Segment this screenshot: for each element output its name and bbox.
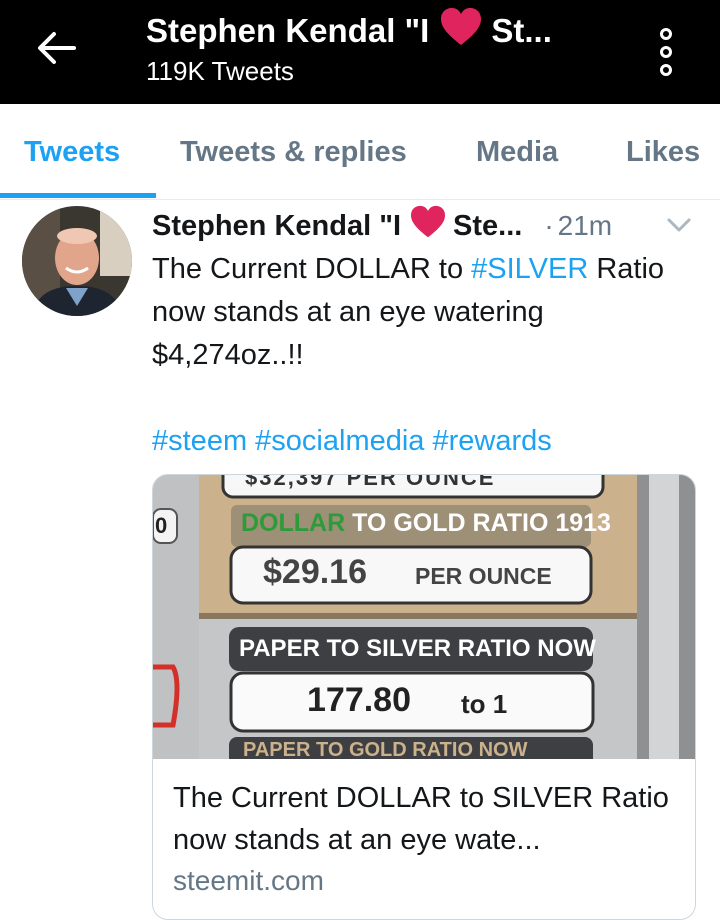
heart-icon [439,7,483,55]
link-preview-card[interactable]: $32,397 PER OUNCE 0 DOLLAR TO GOLD RATIO… [152,474,696,920]
tweet-text: The Current DOLLAR to #SILVER Ratio now … [152,248,702,377]
hashtag-rewards[interactable]: #rewards [433,425,552,457]
image-text-silver-value: 177.80 [307,681,411,719]
hashtag-row: #steem #socialmedia #rewards [152,420,702,463]
active-tab-indicator [0,193,156,198]
author-name-text: Stephen Kendal "I [152,209,402,242]
profile-tabs: Tweets Tweets & replies Media Likes [0,104,720,200]
image-text-1913: DOLLAR TO GOLD RATIO 1913 [241,509,611,538]
hashtag-silver[interactable]: #SILVER [471,253,588,285]
overflow-menu-dot [660,46,672,58]
profile-title: Stephen Kendal "I St... [146,8,616,54]
tweet-text-start: The Current DOLLAR to [152,253,472,285]
image-text-top: $32,397 PER OUNCE [245,475,496,490]
tab-tweets[interactable]: Tweets [24,104,120,200]
separator-dot: · [544,210,554,241]
chevron-down-icon [667,218,691,232]
link-preview-title: The Current DOLLAR to SILVER Ratio now s… [173,782,669,856]
profile-title-suffix: St... [491,12,552,49]
author-name[interactable]: Stephen Kendal "I Ste... [152,205,522,247]
author-name-suffix: Ste... [453,209,523,242]
tweet-options-button[interactable] [664,214,694,238]
app-bar: Stephen Kendal "I St... 119K Tweets [0,0,720,104]
image-text-bottom: PAPER TO GOLD RATIO NOW [243,739,528,759]
arrow-left-icon [38,32,76,64]
tab-likes[interactable]: Likes [626,104,700,200]
image-text-price: $29.16 [263,553,367,591]
profile-header: Stephen Kendal "I St... 119K Tweets [146,8,616,88]
back-button[interactable] [30,28,82,68]
image-text-silver-unit: to 1 [461,689,508,719]
link-preview-image: $32,397 PER OUNCE 0 DOLLAR TO GOLD RATIO… [153,475,695,759]
hashtag-socialmedia[interactable]: #socialmedia [255,425,424,457]
heart-icon [409,205,447,247]
tab-media[interactable]: Media [476,104,558,200]
overflow-menu-dot [660,64,672,76]
profile-title-text: Stephen Kendal "I [146,12,430,49]
avatar[interactable] [22,206,132,316]
tweet-header: Stephen Kendal "I Ste... · 21m [152,204,702,248]
link-preview-domain: steemit.com [173,865,324,896]
image-text-dollar: DOLLAR [241,509,346,537]
image-text-left: 0 [155,513,168,538]
overflow-menu-icon [660,28,672,40]
image-text-1913-rest: TO GOLD RATIO 1913 [345,509,611,537]
overflow-menu-button[interactable] [646,22,686,82]
tweet-count: 119K Tweets [146,56,294,86]
hashtag-steem[interactable]: #steem [152,425,247,457]
image-text-price-unit: PER OUNCE [415,563,552,589]
tweet-timestamp[interactable]: 21m [558,210,612,242]
image-text-silver-label: PAPER TO SILVER RATIO NOW [239,635,596,662]
tab-tweets-and-replies[interactable]: Tweets & replies [180,104,407,200]
tweet[interactable]: Stephen Kendal "I Ste... · 21m The Curre… [0,200,720,920]
